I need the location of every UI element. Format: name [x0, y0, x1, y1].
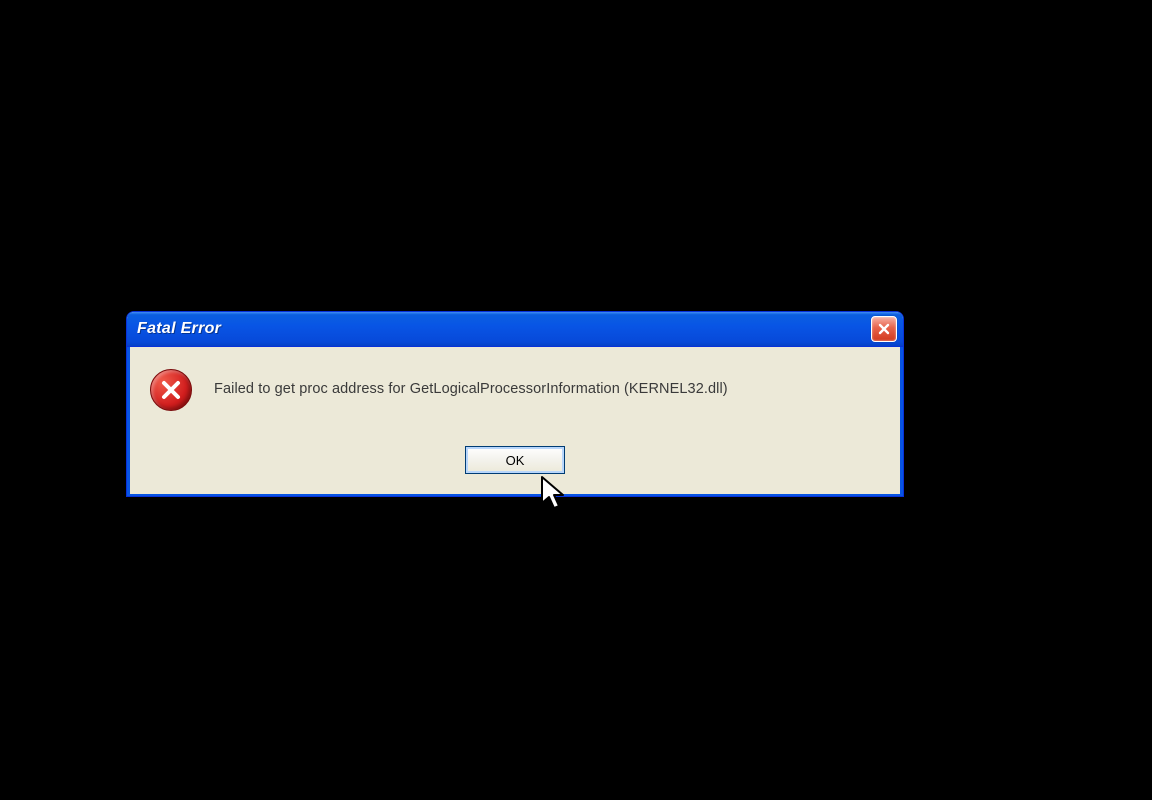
close-icon — [878, 323, 890, 335]
dialog-body: Failed to get proc address for GetLogica… — [127, 347, 903, 497]
content-row: Failed to get proc address for GetLogica… — [130, 347, 900, 411]
button-row: OK — [130, 446, 900, 474]
close-button[interactable] — [871, 316, 897, 342]
dialog-title: Fatal Error — [137, 320, 221, 338]
ok-button[interactable]: OK — [465, 446, 565, 474]
error-dialog: Fatal Error Failed to get proc address f… — [126, 311, 904, 497]
error-icon — [150, 369, 192, 411]
titlebar[interactable]: Fatal Error — [127, 312, 903, 347]
error-message: Failed to get proc address for GetLogica… — [214, 380, 728, 400]
